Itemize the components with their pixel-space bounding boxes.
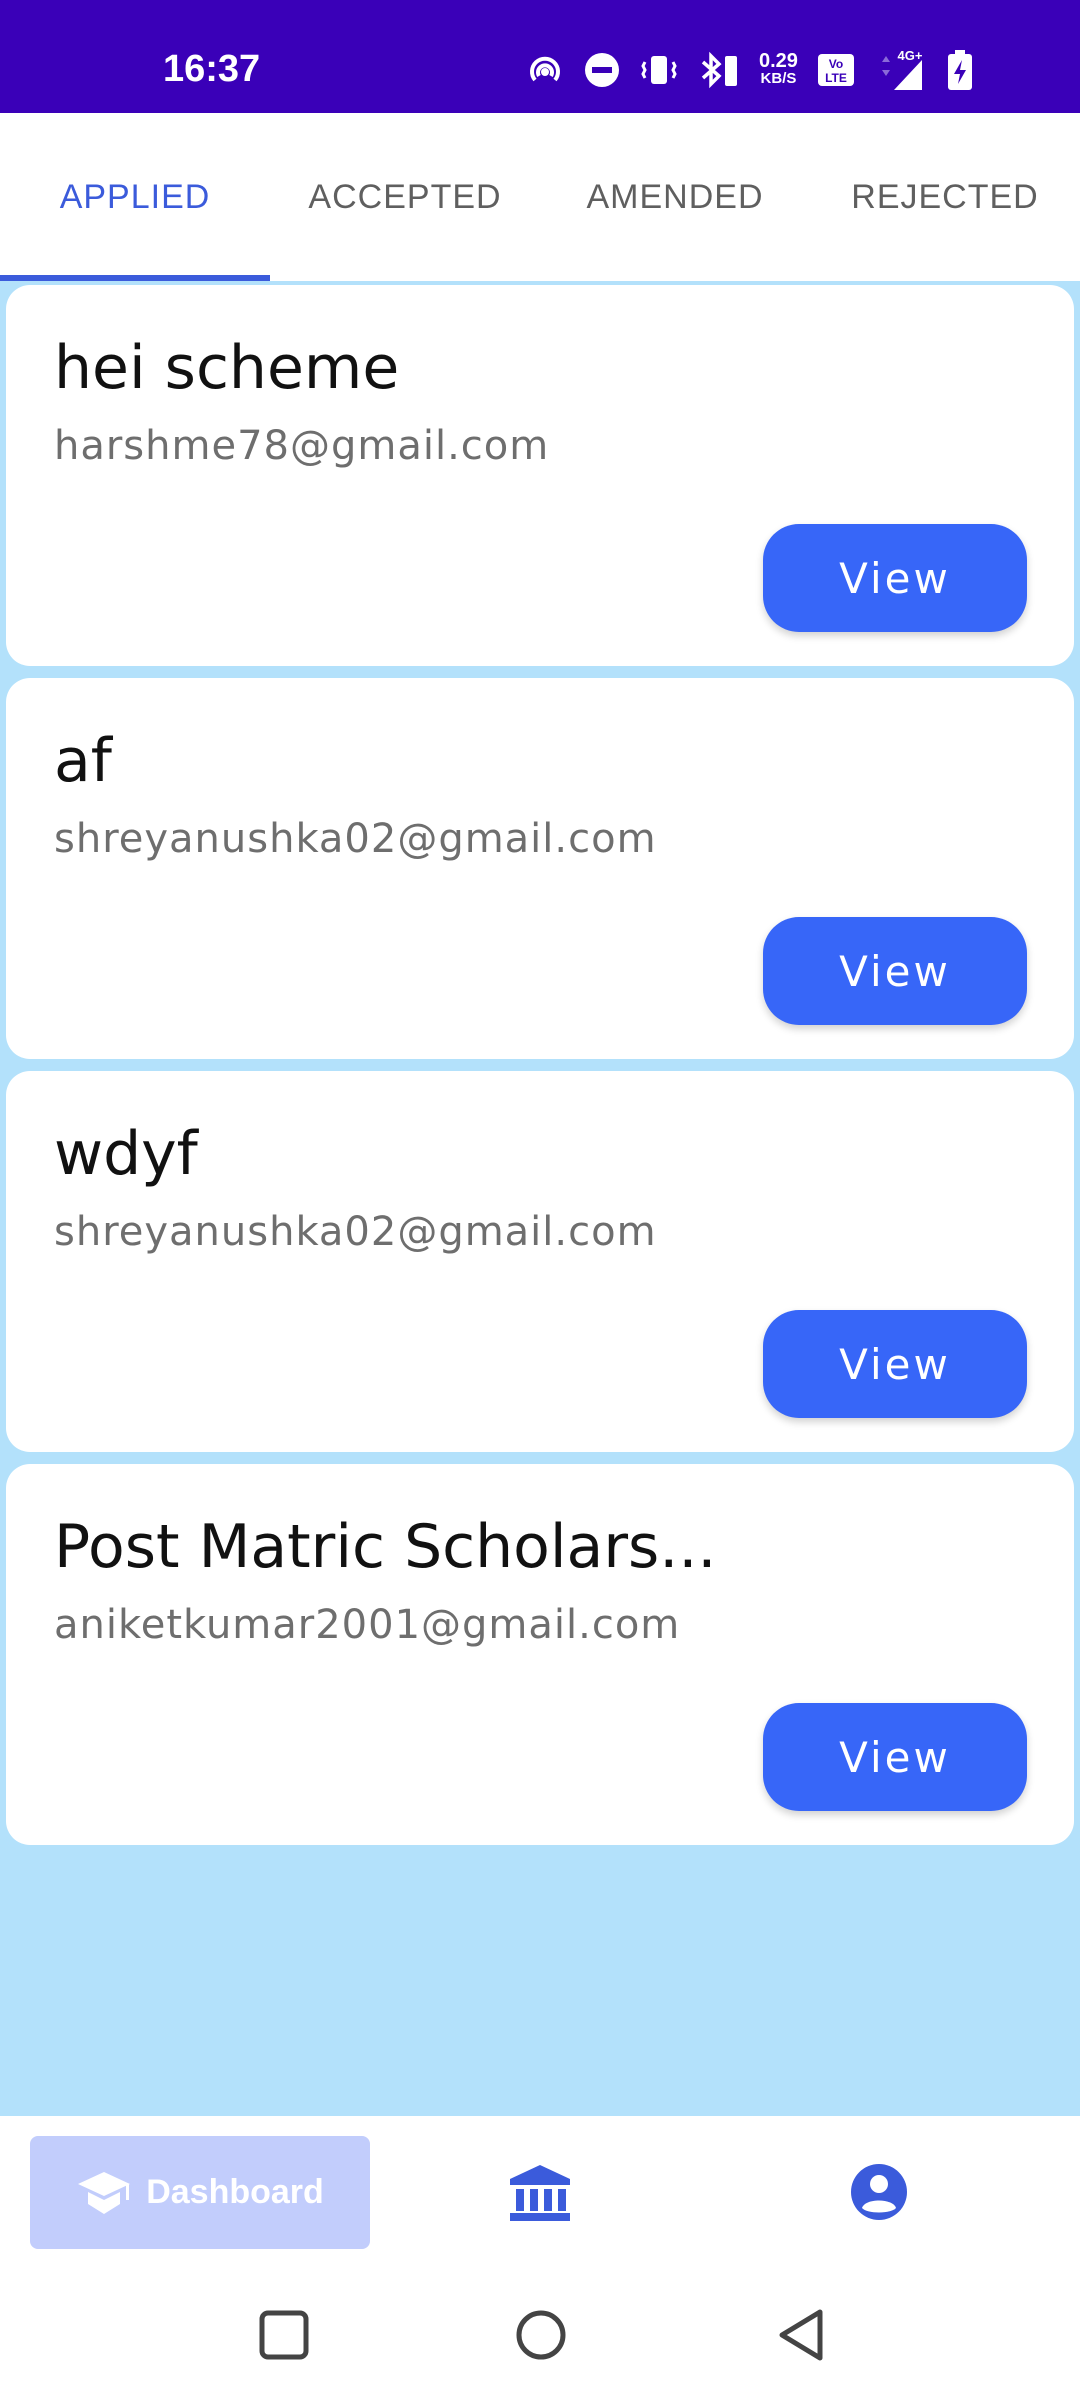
- dashboard-icon: [78, 2171, 131, 2214]
- vibrate-icon: [641, 56, 677, 84]
- network-label: 4G+: [897, 48, 922, 63]
- applicant-email: shreyanushka02@gmail.com: [54, 1209, 657, 1255]
- view-button[interactable]: View: [763, 1310, 1027, 1418]
- scheme-title: Post Matric Scholars...: [54, 1512, 717, 1582]
- tab-amended[interactable]: AMENDED: [540, 113, 810, 281]
- view-button[interactable]: View: [763, 524, 1027, 632]
- applicant-email: aniketkumar2001@gmail.com: [54, 1602, 681, 1648]
- status-icons: 0.29 KB/S Vo LTE 4G+: [525, 45, 976, 95]
- application-card: af shreyanushka02@gmail.com View: [6, 678, 1074, 1059]
- applicant-email: harshme78@gmail.com: [54, 423, 550, 469]
- net-speed-value: 0.29: [759, 50, 798, 72]
- application-card: wdyf shreyanushka02@gmail.com View: [6, 1071, 1074, 1452]
- tab-bar: APPLIED ACCEPTED AMENDED REJECTED: [0, 113, 1080, 281]
- dashboard-label: Dashboard: [146, 2173, 324, 2211]
- battery-icon: [947, 50, 972, 90]
- svg-text:LTE: LTE: [825, 71, 847, 85]
- scheme-title: af: [54, 726, 112, 796]
- net-speed: 0.29 KB/S: [759, 50, 798, 88]
- view-button[interactable]: View: [763, 917, 1027, 1025]
- institution-icon[interactable]: [508, 2163, 572, 2223]
- bottom-nav: Dashboard: [0, 2116, 1080, 2256]
- recents-icon[interactable]: [258, 2309, 310, 2361]
- application-list: hei scheme harshme78@gmail.com View af s…: [0, 281, 1080, 2116]
- system-nav-bar: [0, 2256, 1080, 2400]
- application-card: Post Matric Scholars... aniketkumar2001@…: [6, 1464, 1074, 1845]
- scheme-title: hei scheme: [54, 333, 400, 403]
- status-bar: 16:37 0.29 KB/S Vo LTE 4G+: [0, 0, 1080, 113]
- tab-accepted[interactable]: ACCEPTED: [270, 113, 540, 281]
- back-icon[interactable]: [774, 2306, 828, 2364]
- status-time: 16:37: [163, 48, 261, 90]
- profile-icon[interactable]: [849, 2162, 909, 2222]
- tab-rejected[interactable]: REJECTED: [810, 113, 1080, 281]
- application-card: hei scheme harshme78@gmail.com View: [6, 285, 1074, 666]
- nav-dashboard-button[interactable]: Dashboard: [30, 2136, 370, 2249]
- scheme-title: wdyf: [54, 1119, 198, 1189]
- volte-icon: Vo LTE: [817, 54, 854, 86]
- svg-text:Vo: Vo: [829, 57, 843, 71]
- home-icon[interactable]: [514, 2308, 568, 2362]
- view-button[interactable]: View: [763, 1703, 1027, 1811]
- hotspot-icon: [530, 56, 560, 82]
- signal-icon: 4G+: [881, 48, 923, 90]
- applicant-email: shreyanushka02@gmail.com: [54, 816, 657, 862]
- bluetooth-battery-icon: [701, 51, 737, 89]
- tab-applied[interactable]: APPLIED: [0, 113, 270, 281]
- dnd-icon: [585, 53, 619, 87]
- net-speed-unit: KB/S: [760, 70, 797, 87]
